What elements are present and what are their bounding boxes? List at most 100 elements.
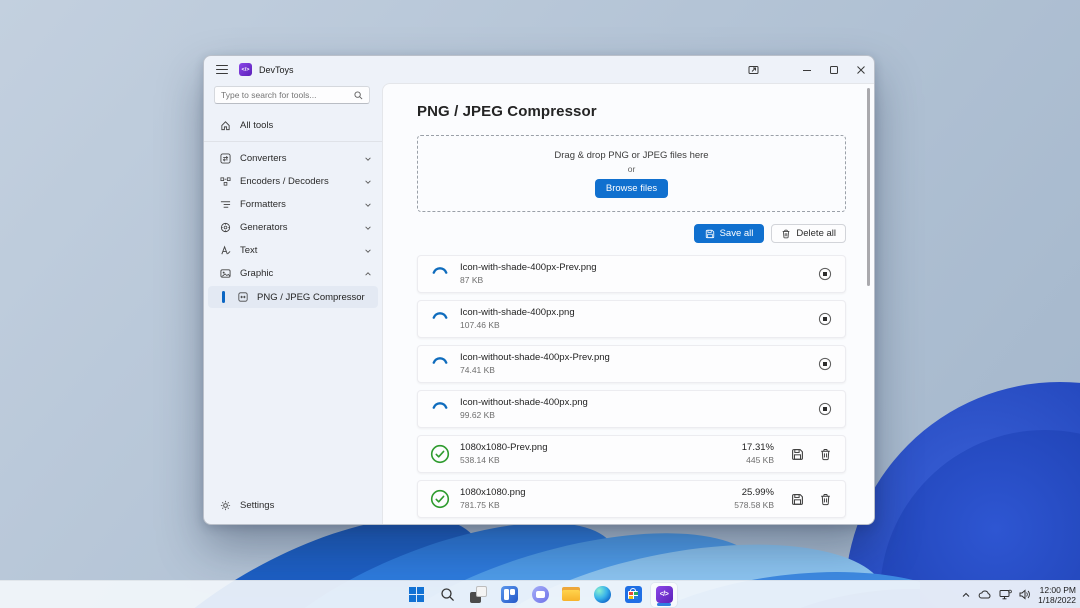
sidebar-item-converters[interactable]: Converters [204, 147, 382, 170]
tray-date: 1/18/2022 [1038, 595, 1076, 605]
microsoft-store-button[interactable] [620, 583, 646, 607]
desktop-wallpaper: </> DevToys [0, 0, 1080, 608]
file-original-size: 74.41 KB [460, 364, 806, 376]
window-titlebar[interactable]: </> DevToys [204, 56, 874, 83]
devtoys-icon: </> [656, 586, 673, 603]
sidebar-item-settings[interactable]: Settings [204, 494, 382, 517]
taskbar-clock[interactable]: 12:00 PM 1/18/2022 [1038, 585, 1076, 605]
sidebar-item-text[interactable]: Text [204, 239, 382, 262]
chat-button[interactable] [527, 583, 553, 607]
cancel-compression-button[interactable] [816, 310, 834, 328]
progress-spinner-icon [430, 399, 450, 419]
bulk-actions: Save all Delete all [417, 224, 846, 243]
content-scrollbar[interactable] [867, 88, 870, 286]
success-check-icon [430, 444, 450, 464]
progress-spinner-icon [430, 264, 450, 284]
file-name: 1080x1080.png [460, 487, 724, 499]
file-original-size: 99.62 KB [460, 409, 806, 421]
edge-browser-button[interactable] [589, 583, 615, 607]
delete-all-button[interactable]: Delete all [771, 224, 846, 243]
chevron-up-icon [364, 270, 372, 278]
search-input[interactable] [221, 90, 354, 100]
stop-icon [818, 312, 832, 326]
start-button[interactable] [403, 583, 429, 607]
save-icon [791, 448, 804, 461]
save-icon [705, 229, 715, 239]
sidebar-item-png-jpeg-compressor[interactable]: PNG / JPEG Compressor [208, 286, 378, 308]
task-view-icon [470, 586, 487, 603]
widgets-icon [501, 586, 518, 603]
save-file-button[interactable] [788, 445, 806, 463]
graphic-tools-icon [219, 268, 231, 280]
browse-files-button[interactable]: Browse files [595, 179, 668, 198]
save-file-button[interactable] [788, 490, 806, 508]
devtoys-app-icon: </> [239, 63, 252, 76]
minimize-icon[interactable] [793, 56, 820, 83]
cancel-compression-button[interactable] [816, 400, 834, 418]
file-row: Icon-without-shade-400px-Prev.png 74.41 … [417, 345, 846, 383]
gear-icon [219, 500, 231, 512]
devtoys-taskbar-button[interactable]: </> [651, 583, 677, 607]
file-original-size: 781.75 KB [460, 499, 724, 511]
sidebar: All tools Converters Encoders / Decoders [204, 83, 382, 524]
compact-overlay-icon[interactable] [740, 56, 767, 83]
success-check-icon [430, 489, 450, 509]
file-row: Icon-with-shade-400px.png 107.46 KB [417, 300, 846, 338]
file-name: Icon-without-shade-400px-Prev.png [460, 352, 806, 364]
windows-logo-icon [409, 587, 424, 602]
stop-icon [818, 357, 832, 371]
store-icon [625, 586, 642, 603]
home-icon [219, 120, 231, 132]
delete-file-button[interactable] [816, 490, 834, 508]
chevron-down-icon [364, 178, 372, 186]
sidebar-item-graphic[interactable]: Graphic [204, 262, 382, 285]
taskbar-search-button[interactable] [434, 583, 460, 607]
file-name: Icon-with-shade-400px.png [460, 307, 806, 319]
delete-file-button[interactable] [816, 445, 834, 463]
cancel-compression-button[interactable] [816, 355, 834, 373]
folder-icon [562, 587, 580, 602]
cancel-compression-button[interactable] [816, 265, 834, 283]
converters-icon [219, 153, 231, 165]
stop-icon [818, 402, 832, 416]
hamburger-menu-icon[interactable] [216, 65, 228, 74]
tool-search-box[interactable] [214, 86, 370, 104]
tray-network-button[interactable] [999, 589, 1012, 600]
dropzone-or-text: or [628, 164, 636, 174]
chevron-down-icon [364, 247, 372, 255]
chevron-up-icon [961, 590, 971, 600]
text-tools-icon [219, 245, 231, 257]
tray-volume-button[interactable] [1019, 589, 1031, 600]
file-name: Icon-with-shade-400px-Prev.png [460, 262, 806, 274]
file-original-size: 107.46 KB [460, 319, 806, 331]
trash-icon [781, 229, 791, 239]
file-explorer-button[interactable] [558, 583, 584, 607]
chevron-down-icon [364, 201, 372, 209]
maximize-icon[interactable] [820, 56, 847, 83]
tray-onedrive-button[interactable] [978, 589, 992, 600]
sidebar-item-formatters[interactable]: Formatters [204, 193, 382, 216]
sidebar-item-generators[interactable]: Generators [204, 216, 382, 239]
compression-percent: 17.31% [742, 442, 774, 454]
cloud-icon [978, 589, 992, 600]
widgets-button[interactable] [496, 583, 522, 607]
chevron-down-icon [364, 224, 372, 232]
search-icon [440, 587, 455, 602]
tray-show-hidden-icons-button[interactable] [961, 590, 971, 600]
trash-icon [819, 493, 832, 506]
taskbar: </> 12:00 PM 1/18/2022 [0, 580, 1080, 608]
compressed-size: 578.58 KB [734, 499, 774, 511]
encoders-decoders-icon [219, 176, 231, 188]
tray-time: 12:00 PM [1038, 585, 1076, 595]
close-icon[interactable] [847, 56, 874, 83]
network-icon [999, 589, 1012, 600]
sidebar-item-encoders-decoders[interactable]: Encoders / Decoders [204, 170, 382, 193]
file-list: Icon-with-shade-400px-Prev.png 87 KB Ico… [417, 255, 846, 518]
sidebar-item-all-tools[interactable]: All tools [204, 114, 382, 137]
task-view-button[interactable] [465, 583, 491, 607]
save-all-button[interactable]: Save all [694, 224, 765, 243]
file-row: Icon-without-shade-400px.png 99.62 KB [417, 390, 846, 428]
devtoys-window: </> DevToys [203, 55, 875, 525]
sidebar-divider [204, 141, 382, 142]
file-dropzone[interactable]: Drag & drop PNG or JPEG files here or Br… [417, 135, 846, 212]
